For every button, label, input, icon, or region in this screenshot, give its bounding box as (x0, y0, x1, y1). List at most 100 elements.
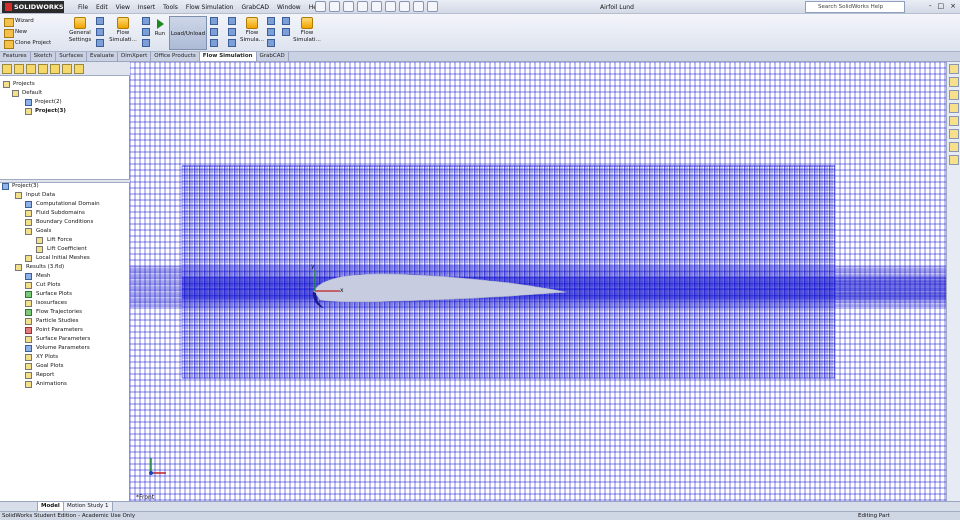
tree-node-particle-studies[interactable]: Particle Studies (0, 317, 130, 326)
menu-insert[interactable]: Insert (134, 2, 159, 13)
tab-grabcad[interactable]: GrabCAD (257, 52, 289, 61)
menu-file[interactable]: File (74, 2, 92, 13)
file-properties-icon[interactable] (399, 1, 410, 12)
new-project-button[interactable]: New (2, 27, 51, 38)
small-tool-icon[interactable] (267, 17, 275, 25)
tree-node-project3[interactable]: Project(3) (0, 107, 130, 116)
flow-simulation-dropdown-2[interactable]: Flow Simula... (238, 17, 266, 44)
rebuild-icon[interactable] (385, 1, 396, 12)
feature-manager-tab-icon[interactable] (2, 64, 12, 74)
tree-node-animations[interactable]: Animations (0, 380, 130, 389)
small-tool-icon[interactable] (210, 39, 218, 47)
tab-dimxpert[interactable]: DimXpert (118, 52, 152, 61)
small-tool-icon[interactable] (228, 39, 236, 47)
tree-node-point-parameters[interactable]: Point Parameters (0, 326, 130, 335)
tree-node-xy-plots[interactable]: XY Plots (0, 353, 130, 362)
tree-node-projects[interactable]: Projects (0, 80, 130, 89)
maximize-button[interactable]: □ (938, 2, 945, 10)
flow-analysis-tab-icon[interactable] (62, 64, 72, 74)
tree-node-surface-plots[interactable]: Surface Plots (0, 290, 130, 299)
small-tool-icon[interactable] (210, 17, 218, 25)
tree-node-project2[interactable]: Project(2) (0, 98, 130, 107)
menu-window[interactable]: Window (273, 2, 305, 13)
tree-node-project3-root[interactable]: Project(3) (0, 182, 130, 191)
menu-tools[interactable]: Tools (159, 2, 182, 13)
print-icon[interactable] (357, 1, 368, 12)
undo-icon[interactable] (371, 1, 382, 12)
tree-node-lift-force[interactable]: Lift Force (0, 236, 130, 245)
load-unload-button[interactable]: Load/Unload (169, 16, 207, 50)
tree-node-cut-plots[interactable]: Cut Plots (0, 281, 130, 290)
tree-node-results[interactable]: Results (3.fld) (0, 263, 130, 272)
clone-project-button[interactable]: Clone Project (2, 38, 51, 49)
tree-node-mesh[interactable]: Mesh (0, 272, 130, 281)
new-document-icon[interactable] (315, 1, 326, 12)
tab-features[interactable]: Features (0, 52, 31, 61)
menu-flow-simulation[interactable]: Flow Simulation (182, 2, 238, 13)
save-icon[interactable] (343, 1, 354, 12)
small-tool-icon[interactable] (142, 17, 150, 25)
close-button[interactable]: × (950, 2, 956, 10)
small-tool-icon[interactable] (96, 17, 104, 25)
menu-grabcad[interactable]: GrabCAD (238, 2, 274, 13)
flow-simulation-dropdown-1[interactable]: Flow Simulati... (108, 17, 138, 44)
tree-node-boundary-conditions[interactable]: Boundary Conditions (0, 218, 130, 227)
graphics-viewport[interactable]: x y *Front (130, 62, 946, 501)
tree-node-isosurfaces[interactable]: Isosurfaces (0, 299, 130, 308)
small-tool-icon[interactable] (210, 28, 218, 36)
tree-node-local-initial-meshes[interactable]: Local Initial Meshes (0, 254, 130, 263)
small-tool-icon[interactable] (96, 39, 104, 47)
tree-node-default[interactable]: Default (0, 89, 130, 98)
select-icon[interactable] (413, 1, 424, 12)
wizard-button[interactable]: Wizard (2, 16, 51, 27)
tree-node-volume-parameters[interactable]: Volume Parameters (0, 344, 130, 353)
search-help-input[interactable]: Search SolidWorks Help (805, 1, 905, 13)
menu-view[interactable]: View (112, 2, 134, 13)
file-explorer-icon[interactable] (948, 90, 959, 100)
small-tool-icon[interactable] (267, 39, 275, 47)
small-tool-icon[interactable] (228, 17, 236, 25)
tree-node-surface-parameters[interactable]: Surface Parameters (0, 335, 130, 344)
custom-properties-icon[interactable] (948, 142, 959, 152)
tab-flow-simulation[interactable]: Flow Simulation (199, 52, 257, 61)
design-library-icon[interactable] (948, 77, 959, 87)
view-palette-icon[interactable] (948, 116, 959, 126)
configuration-manager-tab-icon[interactable] (26, 64, 36, 74)
menu-edit[interactable]: Edit (92, 2, 112, 13)
tab-sketch[interactable]: Sketch (31, 52, 57, 61)
tree-node-flow-trajectories[interactable]: Flow Trajectories (0, 308, 130, 317)
display-manager-tab-icon[interactable] (50, 64, 60, 74)
options-icon[interactable] (427, 1, 438, 12)
tree-label: Local Initial Meshes (36, 255, 90, 261)
dimxpert-tab-icon[interactable] (38, 64, 48, 74)
tree-node-fluid-subdomains[interactable]: Fluid Subdomains (0, 209, 130, 218)
tree-node-report[interactable]: Report (0, 371, 130, 380)
tree-node-computational-domain[interactable]: Computational Domain (0, 200, 130, 209)
small-tool-icon[interactable] (96, 28, 104, 36)
tree-node-goals[interactable]: Goals (0, 227, 130, 236)
tab-office-products[interactable]: Office Products (151, 52, 200, 61)
small-tool-icon[interactable] (267, 28, 275, 36)
tab-surfaces[interactable]: Surfaces (56, 52, 88, 61)
appearances-icon[interactable] (948, 129, 959, 139)
flow-project-tab-icon[interactable] (74, 64, 84, 74)
general-settings-button[interactable]: General Settings (68, 17, 92, 44)
flow-simulation-dropdown-3[interactable]: Flow Simulati... (292, 17, 322, 44)
tab-evaluate[interactable]: Evaluate (87, 52, 119, 61)
open-icon[interactable] (329, 1, 340, 12)
run-button[interactable]: Run (152, 19, 168, 38)
property-manager-tab-icon[interactable] (14, 64, 24, 74)
minimize-button[interactable]: - (929, 2, 932, 10)
forum-icon[interactable] (948, 155, 959, 165)
small-tool-icon[interactable] (282, 17, 290, 25)
small-tool-icon[interactable] (142, 39, 150, 47)
tree-node-lift-coefficient[interactable]: Lift Coefficient (0, 245, 130, 254)
search-results-icon[interactable] (948, 103, 959, 113)
tree-node-input-data[interactable]: Input Data (0, 191, 130, 200)
tree-node-goal-plots[interactable]: Goal Plots (0, 362, 130, 371)
tree-label: Boundary Conditions (36, 219, 94, 225)
home-icon[interactable] (948, 64, 959, 74)
small-tool-icon[interactable] (282, 28, 290, 36)
small-tool-icon[interactable] (228, 28, 236, 36)
small-tool-icon[interactable] (142, 28, 150, 36)
